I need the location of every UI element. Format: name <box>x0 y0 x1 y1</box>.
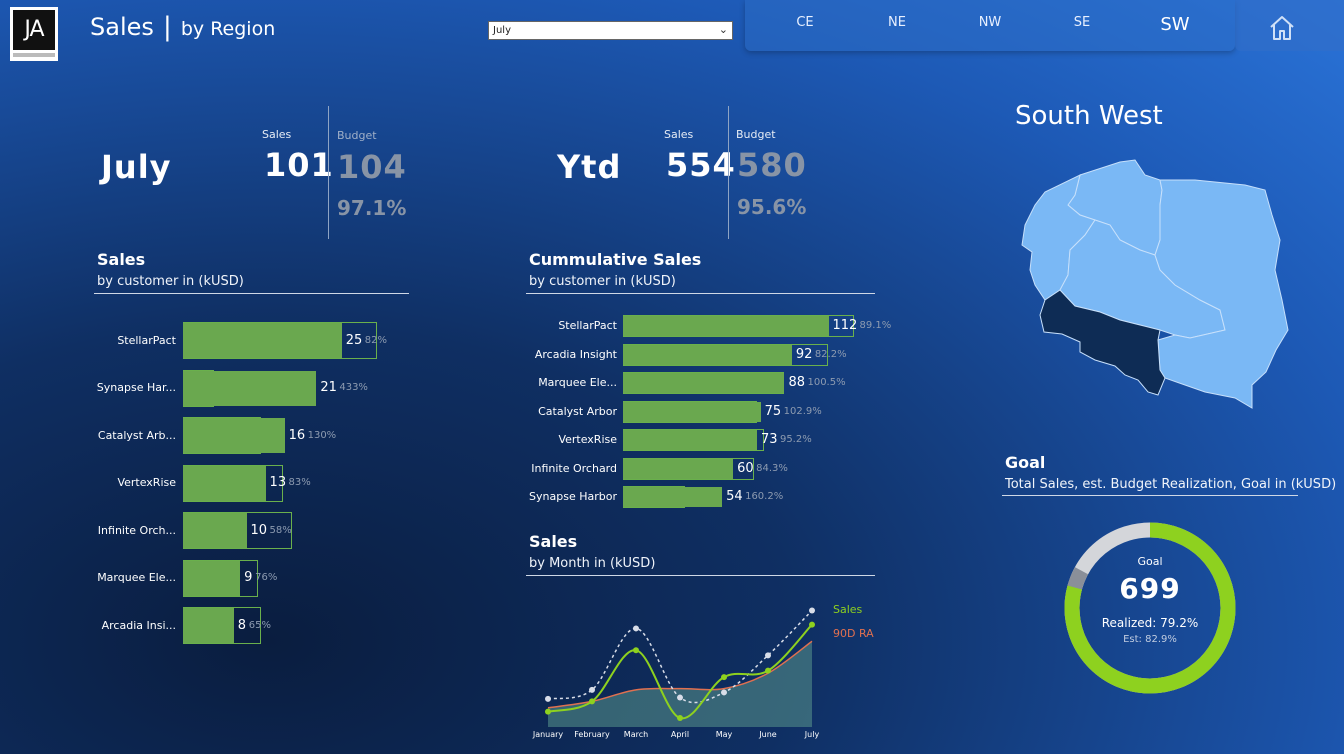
realized-label: Realized: <box>1101 616 1157 630</box>
sales-point[interactable] <box>721 674 727 681</box>
goal-donut <box>1064 522 1236 694</box>
budget-point[interactable] <box>633 625 639 632</box>
map-title: South West <box>1015 101 1163 131</box>
budget-point[interactable] <box>721 689 727 696</box>
sales-point[interactable] <box>589 698 595 705</box>
sales-point[interactable] <box>677 715 683 722</box>
goal-divider <box>1002 495 1298 496</box>
sales-point[interactable] <box>765 667 771 674</box>
realized-value: 79.2% <box>1160 616 1199 630</box>
est-value: 82.9% <box>1145 634 1177 645</box>
budget-point[interactable] <box>677 694 683 701</box>
ra-area <box>548 641 812 727</box>
sales-point[interactable] <box>809 621 815 628</box>
donut-est: Est: 82.9% <box>1080 634 1220 645</box>
legend-90d-ra: 90D RA <box>833 627 874 640</box>
sales-point[interactable] <box>545 708 551 715</box>
est-label: Est: <box>1123 634 1142 645</box>
legend-sales: Sales <box>833 603 863 616</box>
goal-subtitle: Total Sales, est. Budget Realization, Go… <box>1005 477 1337 492</box>
region-map <box>1021 159 1289 409</box>
goal-title: Goal <box>1005 453 1046 472</box>
donut-realized: Realized: 79.2% <box>1080 616 1220 630</box>
donut-goal-value: 699 <box>1119 572 1181 605</box>
month-tick-label: July <box>804 730 820 739</box>
budget-point[interactable] <box>809 607 815 614</box>
budget-point[interactable] <box>589 686 595 693</box>
donut-goal-label: Goal <box>1137 555 1163 568</box>
budget-point[interactable] <box>545 695 551 702</box>
budget-point[interactable] <box>765 652 771 659</box>
sales-point[interactable] <box>633 647 639 654</box>
